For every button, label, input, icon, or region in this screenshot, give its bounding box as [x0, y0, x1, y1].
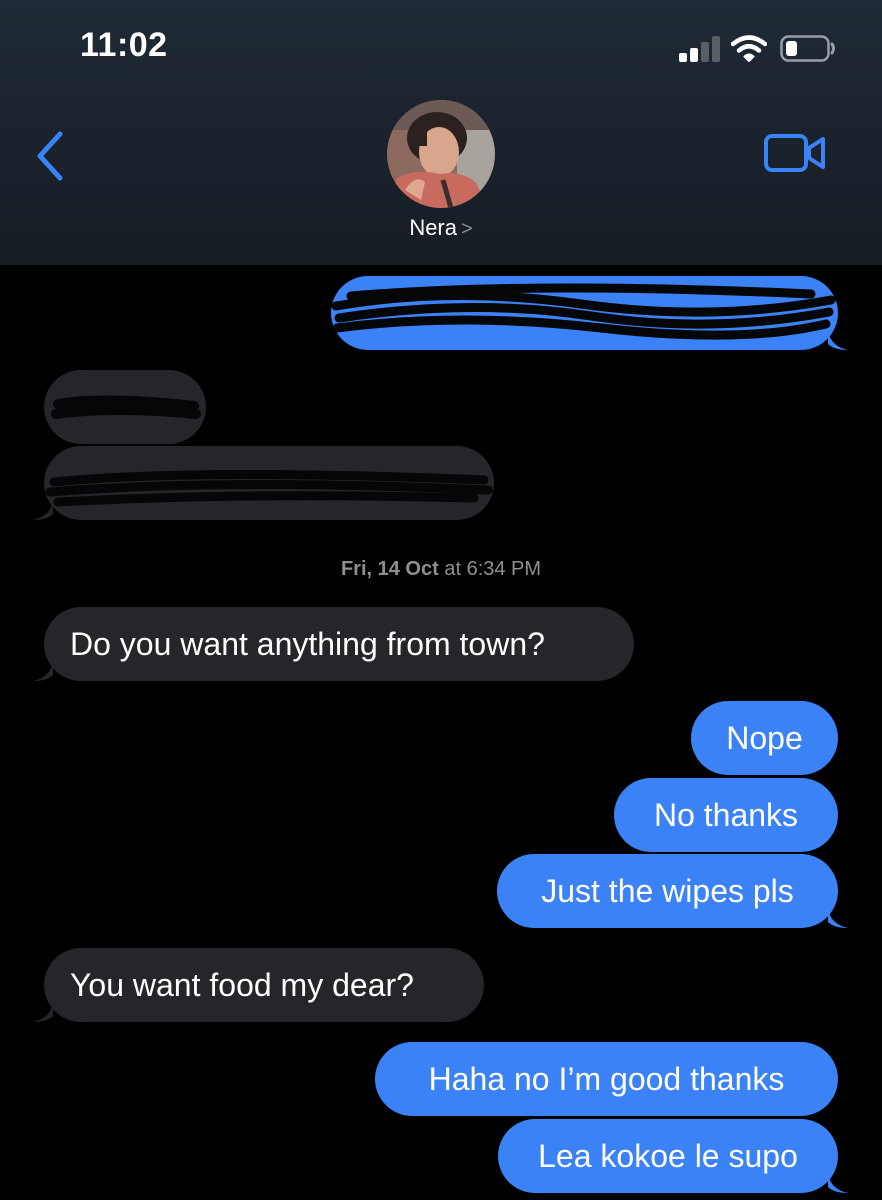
message-text: Lea kokoe le supo	[538, 1138, 798, 1174]
message-bubble-incoming-redacted[interactable]	[44, 446, 494, 520]
message-bubble-incoming[interactable]: You want food my dear?	[44, 948, 484, 1022]
message-text: Haha no I’m good thanks	[428, 1061, 785, 1097]
bubble-tail-icon	[33, 1002, 53, 1022]
status-time: 11:02	[80, 26, 168, 64]
bubble-tail-icon	[828, 1173, 848, 1193]
wifi-icon	[731, 35, 767, 62]
chevron-right-icon: >	[461, 218, 473, 240]
conversation-timestamp: Fri, 14 Oct at 6:34 PM	[0, 558, 882, 581]
redaction-scribble	[45, 469, 493, 507]
message-text: Just the wipes pls	[541, 873, 794, 909]
bubble-tail-icon	[828, 330, 848, 350]
video-call-icon[interactable]	[763, 131, 827, 175]
bubble-tail-icon	[33, 661, 53, 681]
contact-name-button[interactable]: Nera >	[0, 215, 882, 241]
back-chevron-icon[interactable]	[30, 128, 70, 184]
battery-icon	[780, 35, 835, 62]
message-bubble-outgoing[interactable]: Lea kokoe le supo	[498, 1119, 838, 1193]
message-text: You want food my dear?	[70, 967, 414, 1003]
timestamp-day: Fri, 14 Oct	[340, 558, 439, 580]
message-bubble-incoming-redacted[interactable]	[44, 370, 206, 444]
cellular-signal-icon	[679, 36, 721, 62]
message-bubble-outgoing[interactable]: Just the wipes pls	[497, 854, 838, 928]
timestamp-time: at 6:34 PM	[444, 558, 542, 580]
message-bubble-outgoing[interactable]: No thanks	[614, 778, 838, 852]
message-text: Do you want anything from town?	[70, 626, 545, 662]
message-bubble-outgoing[interactable]: Nope	[691, 701, 838, 775]
conversation-header: 11:02 Nera >	[0, 0, 882, 265]
message-bubble-incoming[interactable]: Do you want anything from town?	[44, 607, 634, 681]
message-bubble-outgoing-redacted[interactable]	[331, 276, 838, 350]
message-text: No thanks	[653, 797, 799, 833]
message-bubble-outgoing[interactable]: Haha no I’m good thanks	[375, 1042, 838, 1116]
contact-name: Nera	[409, 215, 457, 240]
redaction-scribble	[51, 395, 201, 419]
redaction-scribble	[331, 283, 836, 340]
bubble-tail-icon	[828, 908, 848, 928]
bubble-tail-icon	[33, 500, 53, 520]
contact-avatar[interactable]	[387, 100, 495, 208]
message-text: Nope	[726, 720, 803, 756]
